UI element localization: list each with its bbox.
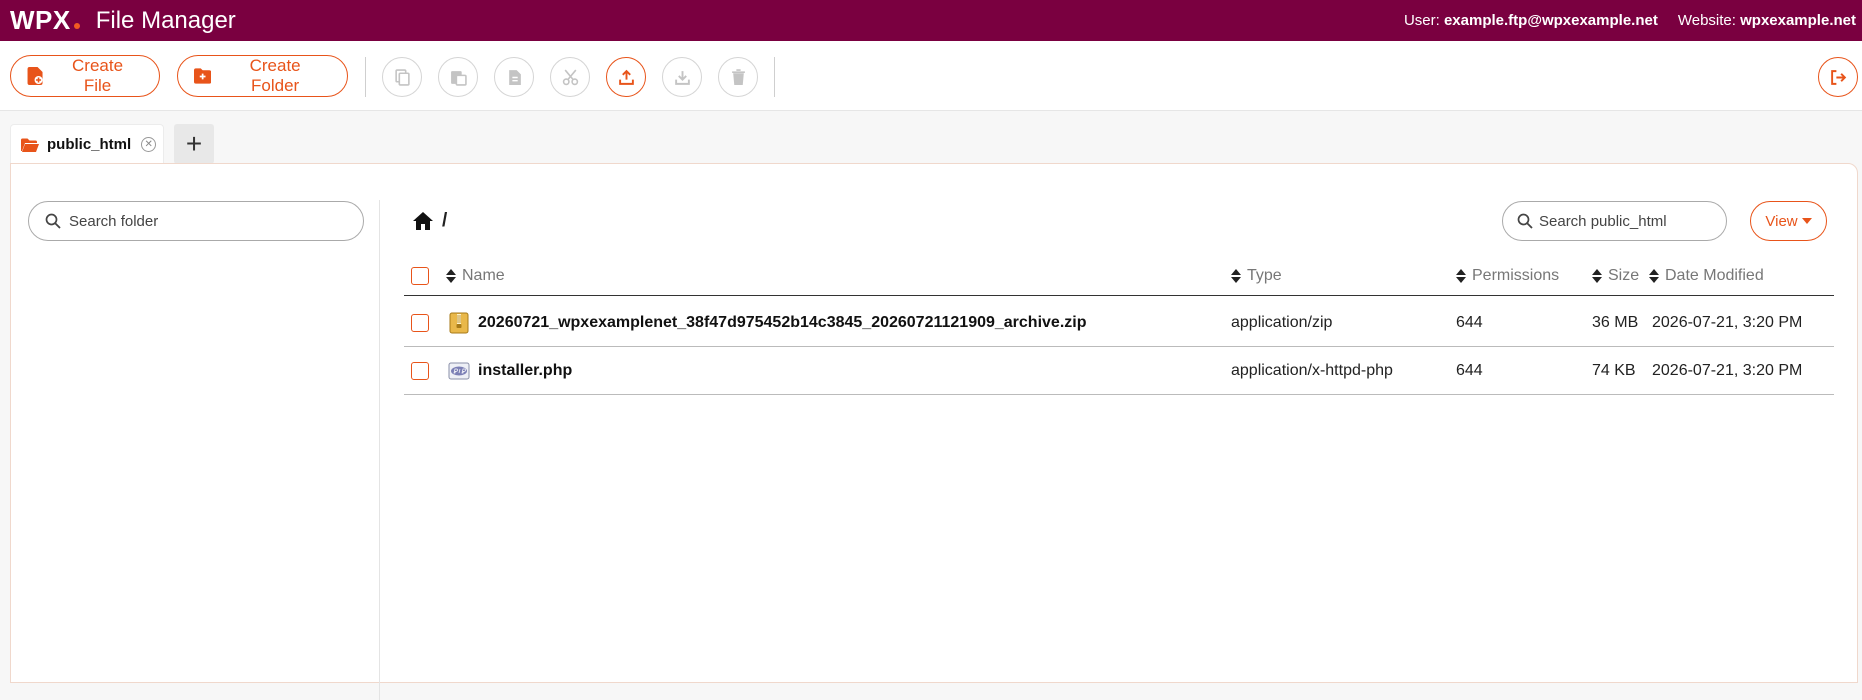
close-tab-icon[interactable]: ✕ — [141, 137, 157, 152]
file-date-modified: 2026-07-21, 3:20 PM — [1652, 313, 1803, 331]
cut-button[interactable] — [550, 57, 590, 97]
sort-icon — [1649, 269, 1659, 283]
zip-file-icon — [448, 312, 470, 334]
table-header: Name Type Permissions Size Date Modified — [404, 257, 1834, 296]
user-info: User: example.ftp@wpxexample.net — [1404, 12, 1658, 29]
file-type: application/x-httpd-php — [1231, 361, 1393, 379]
logout-button[interactable] — [1818, 57, 1858, 97]
caret-down-icon — [1801, 218, 1812, 224]
delete-button[interactable] — [718, 57, 758, 97]
copy-button[interactable] — [382, 57, 422, 97]
sort-icon — [1456, 269, 1466, 283]
website-info: Website: wpxexample.net — [1678, 12, 1856, 29]
add-folder-icon — [194, 68, 212, 84]
create-file-button[interactable]: Create File — [10, 55, 160, 97]
file-permissions: 644 — [1456, 313, 1483, 331]
paste-icon — [450, 70, 467, 86]
file-name[interactable]: installer.php — [478, 362, 572, 380]
rename-icon — [508, 69, 521, 85]
column-name[interactable]: Name — [446, 257, 505, 295]
row-select-cell — [411, 347, 429, 394]
column-permissions[interactable]: Permissions — [1456, 257, 1559, 295]
rename-button[interactable] — [494, 57, 534, 97]
panel-divider — [379, 200, 380, 700]
paste-button[interactable] — [438, 57, 478, 97]
user-label: User: — [1403, 12, 1440, 29]
sort-icon — [1592, 269, 1602, 283]
download-button[interactable] — [662, 57, 702, 97]
toolbar: Create File Create Folder — [0, 41, 1862, 111]
search-folder-input[interactable] — [69, 212, 309, 230]
sort-icon — [1231, 269, 1241, 283]
file-permissions: 644 — [1456, 361, 1483, 379]
column-date-modified[interactable]: Date Modified — [1649, 257, 1764, 295]
create-folder-label: Create Folder — [249, 56, 301, 95]
column-name-label: Name — [462, 267, 505, 284]
select-all-cell — [411, 257, 429, 295]
plus-icon: + — [185, 128, 203, 159]
table-row[interactable]: installer.php application/x-httpd-php 64… — [404, 347, 1834, 395]
file-name-cell[interactable]: installer.php — [448, 347, 572, 394]
open-folder-icon — [21, 138, 39, 152]
column-size-label: Size — [1608, 267, 1640, 284]
breadcrumb-path[interactable]: / — [442, 210, 447, 232]
column-permissions-label: Permissions — [1472, 267, 1560, 284]
logo-text: WPX — [10, 5, 71, 35]
add-file-icon — [27, 67, 43, 85]
download-icon — [674, 70, 690, 85]
row-checkbox[interactable] — [411, 361, 429, 380]
file-panel: / View — [10, 163, 1858, 700]
view-button[interactable]: View — [1750, 201, 1827, 241]
file-size: 36 MB — [1592, 313, 1639, 331]
column-date-label: Date Modified — [1665, 267, 1764, 284]
file-name-cell[interactable]: 20260721_wpxexamplenet_38f47d975452b14c3… — [448, 299, 1086, 346]
toolbar-separator — [365, 57, 366, 97]
tab-label: public_html — [47, 136, 132, 153]
top-bar: WPX File Manager User: example.ftp@wpxex… — [0, 0, 1862, 41]
file-name[interactable]: 20260721_wpxexamplenet_38f47d975452b14c3… — [478, 314, 1086, 332]
file-date-modified: 2026-07-21, 3:20 PM — [1652, 361, 1803, 379]
wpx-logo: WPX — [10, 5, 80, 36]
logout-icon — [1830, 69, 1846, 85]
website-label: Website: — [1677, 12, 1736, 29]
view-label: View — [1765, 212, 1798, 230]
tab-public-html[interactable]: public_html ✕ — [10, 124, 164, 164]
logo-dot — [73, 23, 80, 29]
row-checkbox[interactable] — [411, 313, 429, 332]
create-file-label: Create File — [72, 56, 124, 95]
search-files-box — [1502, 201, 1727, 241]
delete-icon — [731, 68, 745, 85]
cut-icon — [562, 69, 578, 85]
select-all-checkbox[interactable] — [411, 267, 429, 285]
add-tab-button[interactable]: + — [174, 124, 214, 164]
toolbar-separator — [774, 57, 775, 97]
column-size[interactable]: Size — [1592, 257, 1639, 295]
upload-icon — [618, 69, 634, 85]
search-icon — [45, 213, 61, 229]
search-files-input[interactable] — [1539, 212, 1719, 230]
home-icon[interactable] — [412, 211, 434, 231]
upload-button[interactable] — [606, 57, 646, 97]
copy-icon — [394, 68, 410, 86]
php-file-icon — [448, 361, 470, 381]
sort-icon — [446, 269, 456, 283]
file-type: application/zip — [1231, 313, 1333, 331]
user-value: example.ftp@wpxexample.net — [1443, 12, 1658, 29]
table-row[interactable]: 20260721_wpxexamplenet_38f47d975452b14c3… — [404, 299, 1834, 347]
website-value: wpxexample.net — [1740, 12, 1856, 29]
column-type-label: Type — [1247, 267, 1282, 284]
search-icon — [1517, 213, 1533, 229]
app-title: File Manager — [95, 6, 236, 34]
breadcrumb: / — [412, 210, 447, 232]
row-select-cell — [411, 299, 429, 346]
file-size: 74 KB — [1592, 361, 1636, 379]
column-type[interactable]: Type — [1231, 257, 1282, 295]
create-folder-button[interactable]: Create Folder — [177, 55, 348, 97]
search-folder-box — [28, 201, 364, 241]
